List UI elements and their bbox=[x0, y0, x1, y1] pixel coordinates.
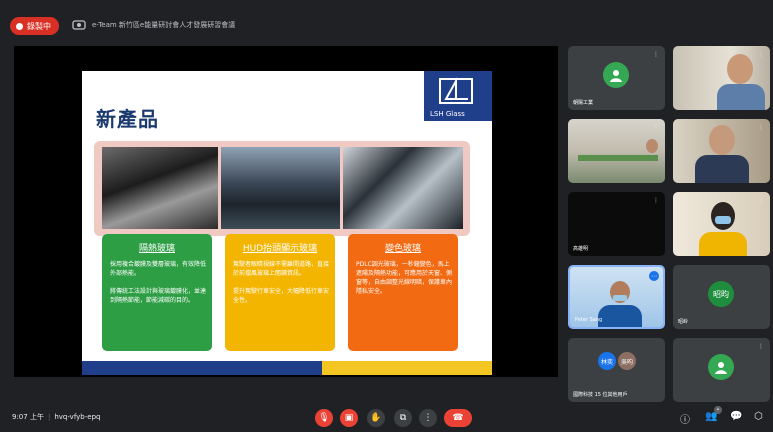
mic-off-icon: ⋮ bbox=[758, 124, 764, 131]
meeting-info-icon[interactable] bbox=[72, 19, 86, 31]
speaking-indicator-icon: ⋯ bbox=[649, 271, 659, 281]
present-icon: ⧉ bbox=[399, 413, 407, 423]
mic-toggle-button[interactable]: 🎙 bbox=[315, 409, 333, 427]
top-bar: 錄製中 e-Team 新竹區e能量研討會人才發展研習會議 bbox=[0, 0, 773, 40]
mic-off-icon: ⋮ bbox=[758, 197, 764, 204]
meeting-details: 9:07 上午 | hvq-vfyb-epq bbox=[12, 412, 100, 422]
participant-group-tile[interactable]: 林奕 吳昀 國際科技 15 位其他用戶 bbox=[568, 338, 665, 402]
record-dot-icon bbox=[16, 22, 23, 30]
card-title: 隔熱玻璃 bbox=[138, 244, 175, 254]
phone-hangup-icon: ☎ bbox=[452, 413, 464, 423]
avatar bbox=[603, 62, 629, 88]
face bbox=[646, 139, 658, 153]
avatar bbox=[708, 354, 734, 380]
shirt bbox=[695, 155, 749, 183]
camera-off-icon: ▣ bbox=[344, 413, 354, 423]
more-vert-icon: ⋮ bbox=[423, 413, 433, 423]
conference-table bbox=[578, 155, 658, 161]
mic-off-icon: ⋮ bbox=[653, 197, 659, 204]
participant-tile[interactable]: 昭昀 昭岭 bbox=[673, 265, 770, 329]
avatar: 昭昀 bbox=[708, 281, 734, 307]
face bbox=[709, 125, 735, 155]
avatar: 林奕 bbox=[598, 352, 616, 370]
bottom-bar: 9:07 上午 | hvq-vfyb-epq 🎙 ▣ ✋ ⧉ ⋮ ☎ ⓘ 👥 • 💬… bbox=[0, 403, 773, 432]
person-icon bbox=[715, 362, 727, 374]
card-body: 採用複合鍍膜及雙層玻璃，有效降低外部熱能。 將傳統工法設計與玻璃鍍膜化，並達到隔… bbox=[110, 261, 207, 304]
recording-label: 錄製中 bbox=[27, 21, 51, 31]
mic-off-icon: 🎙 bbox=[318, 413, 330, 423]
participant-tile[interactable]: ⋮ bbox=[673, 119, 770, 183]
participant-name: 昭岭 bbox=[678, 319, 689, 325]
shirt bbox=[598, 305, 642, 327]
product-photo-strip bbox=[94, 141, 470, 236]
meeting-title: e-Team 新竹區e能量研討會人才發展研習會議 bbox=[92, 21, 236, 29]
avatar: 吳昀 bbox=[618, 352, 636, 370]
mic-off-icon: ⋮ bbox=[653, 51, 659, 58]
face-mask bbox=[613, 295, 627, 301]
card-title: 變色玻璃 bbox=[384, 244, 421, 254]
mic-off-icon: ⋮ bbox=[758, 343, 764, 350]
product-card-hud: HUD抬頭顯示玻璃 駕駛者眼睛視線不需離開道路，直接於前擋風玻璃上閱讀資訊。 提… bbox=[225, 234, 335, 351]
card-title: HUD抬頭顯示玻璃 bbox=[242, 244, 318, 254]
face-mask bbox=[715, 216, 731, 224]
hand-icon: ✋ bbox=[370, 413, 382, 423]
leave-call-button[interactable]: ☎ bbox=[444, 409, 472, 427]
shirt bbox=[717, 84, 765, 110]
present-screen-button[interactable]: ⧉ bbox=[394, 409, 412, 427]
separator: | bbox=[47, 413, 51, 421]
participant-video bbox=[673, 119, 770, 183]
participant-tile[interactable]: ⋮ bbox=[673, 192, 770, 256]
participant-name: 高雄明 bbox=[573, 246, 589, 252]
participant-tile[interactable]: ⋮ bbox=[568, 119, 665, 183]
participant-name: 朝陽工業 bbox=[573, 100, 594, 106]
participant-tile[interactable]: ⋮ 朝陽工業 bbox=[568, 46, 665, 110]
more-options-button[interactable]: ⋮ bbox=[419, 409, 437, 427]
participant-tile[interactable]: ⋮ bbox=[673, 338, 770, 402]
mic-off-icon: ⋮ bbox=[758, 51, 764, 58]
participant-tile[interactable]: ⋮ bbox=[673, 46, 770, 110]
slide-title: 新產品 bbox=[96, 107, 159, 131]
product-card-insulation: 隔熱玻璃 採用複合鍍膜及雙層玻璃，有效降低外部熱能。 將傳統工法設計與玻璃鍍膜化… bbox=[102, 234, 212, 351]
meeting-code: hvq-vfyb-epq bbox=[54, 413, 101, 421]
face bbox=[727, 54, 753, 84]
chat-icon[interactable]: 💬 bbox=[730, 411, 742, 422]
participant-video bbox=[673, 192, 770, 256]
glass-photo-1 bbox=[102, 147, 218, 229]
street-hud-photo bbox=[221, 147, 340, 229]
participant-tile-active-speaker[interactable]: ⋯ Peter Sang bbox=[568, 265, 665, 329]
company-logo: LSH Glass bbox=[424, 71, 492, 121]
participant-video bbox=[568, 119, 665, 183]
card-body: 駕駛者眼睛視線不需離開道路，直接於前擋風玻璃上閱讀資訊。 提升駕駛行車安全，大幅… bbox=[233, 261, 330, 304]
camera-toggle-button[interactable]: ▣ bbox=[340, 409, 358, 427]
slide-footer-accent bbox=[322, 361, 492, 375]
logo-text: LSH Glass bbox=[430, 110, 465, 118]
card-body: PDLC調光玻璃，一秒鐘變色，馬上遮陽及隔熱功能，可應用於天窗、側窗等，自由調整… bbox=[356, 261, 453, 295]
shirt bbox=[699, 232, 747, 256]
clock-time: 9:07 上午 bbox=[12, 413, 44, 421]
participant-video bbox=[673, 46, 770, 110]
participant-name: Peter Sang bbox=[575, 317, 603, 323]
raise-hand-button[interactable]: ✋ bbox=[367, 409, 385, 427]
recording-indicator[interactable]: 錄製中 bbox=[10, 17, 59, 35]
glass-structure-photo bbox=[343, 147, 463, 229]
product-card-smart-glass: 變色玻璃 PDLC調光玻璃，一秒鐘變色，馬上遮陽及隔熱功能，可應用於天窗、側窗等… bbox=[348, 234, 458, 351]
person-icon bbox=[610, 70, 622, 82]
participant-name: 國際科技 15 位其他用戶 bbox=[573, 392, 628, 398]
participant-tile[interactable]: ⋮ 高雄明 bbox=[568, 192, 665, 256]
mic-off-icon: ⋮ bbox=[653, 124, 659, 131]
participant-count-badge: • bbox=[714, 406, 722, 414]
shared-slide: 新產品 LSH Glass 隔熱玻璃 採用複合鍍膜及雙層玻璃，有效降低外部熱能。… bbox=[82, 71, 492, 375]
activities-icon[interactable]: ⬡ bbox=[754, 411, 763, 422]
info-icon[interactable]: ⓘ bbox=[680, 411, 690, 426]
